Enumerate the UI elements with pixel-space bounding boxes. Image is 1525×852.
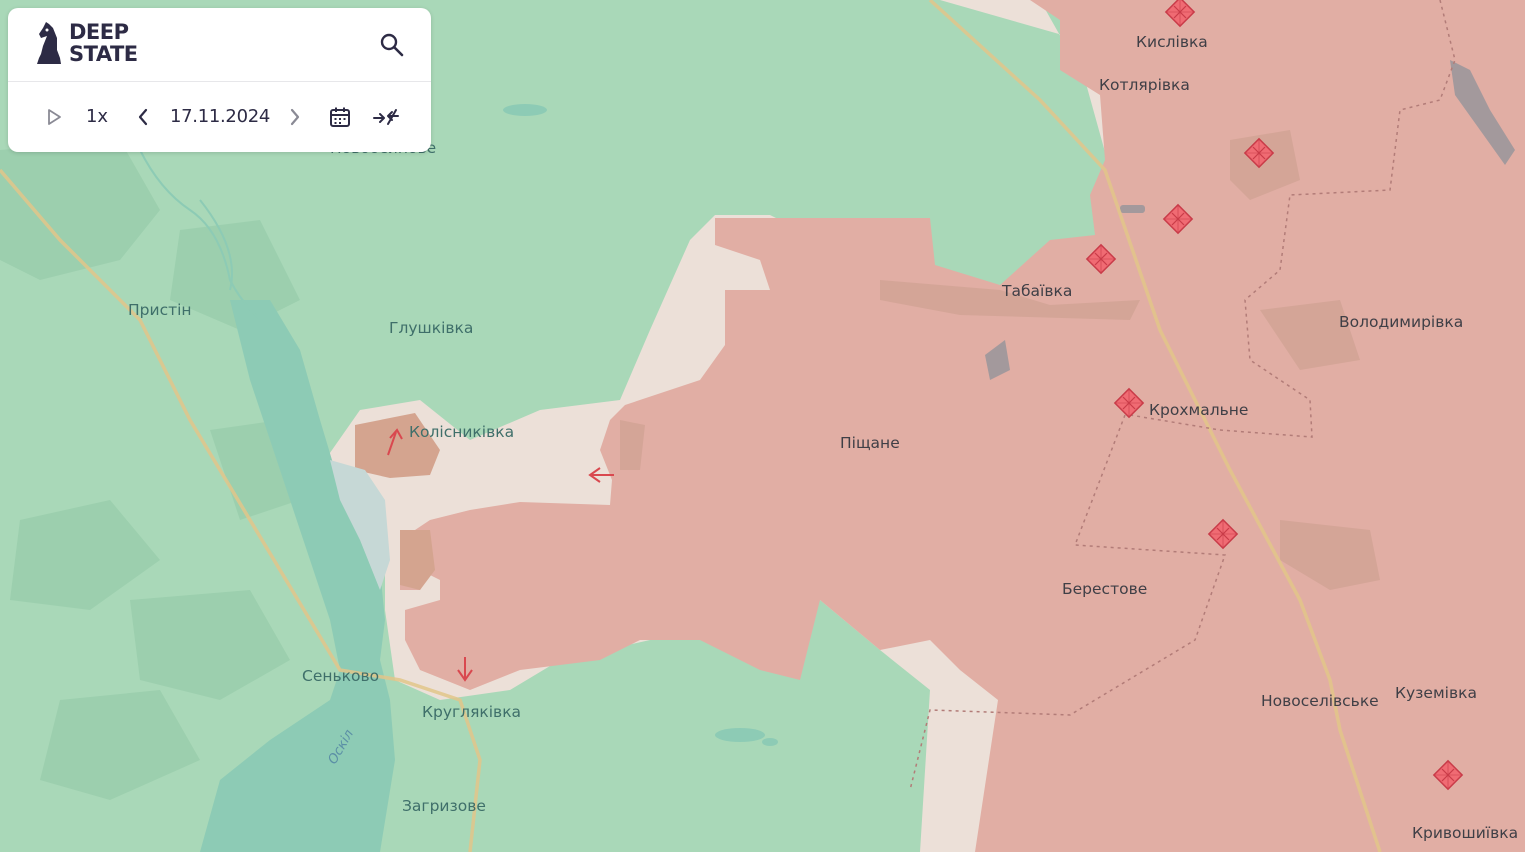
- prev-date-button[interactable]: [130, 81, 156, 152]
- place-label: Крохмальне: [1149, 401, 1248, 419]
- calendar-button[interactable]: [326, 81, 354, 152]
- place-label: Куземівка: [1395, 684, 1477, 702]
- place-label: Сеньково: [302, 667, 379, 685]
- logo-text: DEEP STATE: [69, 21, 138, 65]
- compare-arrows-icon: [373, 108, 399, 125]
- speed-button[interactable]: 1x: [82, 81, 112, 152]
- place-label: Глушківка: [389, 319, 473, 337]
- place-label: Кислівка: [1136, 33, 1208, 51]
- place-label: Кругляківка: [422, 703, 521, 721]
- place-label: Пристін: [128, 301, 192, 319]
- current-date[interactable]: 17.11.2024: [170, 81, 270, 152]
- place-label: Котлярівка: [1099, 76, 1190, 94]
- play-button[interactable]: [40, 81, 68, 152]
- panel-header: DEEP STATE: [8, 8, 431, 82]
- logo[interactable]: DEEP STATE: [35, 20, 138, 66]
- place-label: Табаївка: [1001, 282, 1072, 300]
- place-label: Новоселівське: [1261, 692, 1379, 710]
- place-label: Загризове: [402, 797, 486, 815]
- search-icon: [380, 33, 404, 57]
- place-label: Берестове: [1062, 580, 1147, 598]
- place-label: Піщане: [840, 434, 900, 452]
- logo-line2: STATE: [69, 42, 138, 66]
- calendar-icon: [330, 107, 350, 127]
- place-label: Кривошиївка: [1412, 824, 1518, 842]
- place-label: Володимирівка: [1339, 313, 1463, 331]
- compare-button[interactable]: [370, 81, 402, 152]
- chevron-left-icon: [138, 108, 148, 125]
- logo-line1: DEEP: [69, 20, 129, 44]
- next-date-button[interactable]: [282, 81, 308, 152]
- search-button[interactable]: [379, 32, 405, 58]
- knight-logo-icon: [37, 22, 61, 64]
- timeline-controls: 1x 17.11.2024: [8, 81, 431, 152]
- play-icon: [48, 108, 61, 125]
- control-panel: DEEP STATE 1x 17.11.2024: [8, 8, 431, 152]
- place-label: Колісниківка: [409, 423, 514, 441]
- chevron-right-icon: [290, 108, 300, 125]
